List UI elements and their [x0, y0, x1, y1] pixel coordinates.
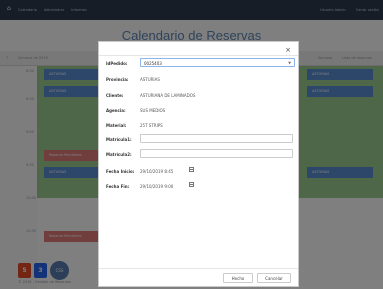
agencia-value: SUS MEDIOS: [140, 108, 166, 113]
material-label: Material:: [106, 123, 127, 128]
fecha-inicio-label: Fecha Inicio:: [106, 169, 135, 174]
provincia-label: Provincia:: [106, 77, 129, 82]
modal-divider: [99, 268, 298, 269]
matricula2-label: Matrícula2:: [106, 152, 132, 157]
modal-divider: [99, 55, 298, 56]
matricula1-input[interactable]: [140, 134, 293, 143]
reservation-modal: × IdPedido: 0025403 ▼ Provincia: ASTURIA…: [98, 41, 299, 287]
chevron-down-icon: ▼: [288, 61, 291, 65]
close-icon[interactable]: ×: [284, 46, 292, 54]
provincia-value: ASTURIAS: [140, 77, 160, 82]
matricula2-input[interactable]: [140, 149, 293, 158]
idpedido-value: 0025403: [144, 61, 162, 66]
idpedido-select[interactable]: 0025403 ▼: [140, 58, 295, 67]
material-value: 25T STRIPS: [140, 123, 163, 128]
calendar-icon[interactable]: [189, 182, 194, 187]
cliente-label: Cliente:: [106, 93, 124, 98]
cliente-value: ASTURIANA DE LAMINADOS: [140, 93, 196, 98]
fecha-fin-value[interactable]: 29/10/2019 9:00: [140, 184, 173, 189]
agencia-label: Agencia:: [106, 108, 126, 113]
fecha-fin-label: Fecha Fin:: [106, 184, 130, 189]
matricula1-label: Matrícula1:: [106, 137, 132, 142]
idpedido-label: IdPedido:: [106, 61, 128, 66]
hecho-button[interactable]: Hecho: [223, 273, 253, 283]
cancelar-button[interactable]: Cancelar: [257, 273, 291, 283]
calendar-icon[interactable]: [189, 167, 194, 172]
fecha-inicio-value[interactable]: 29/10/2019 8:45: [140, 169, 173, 174]
